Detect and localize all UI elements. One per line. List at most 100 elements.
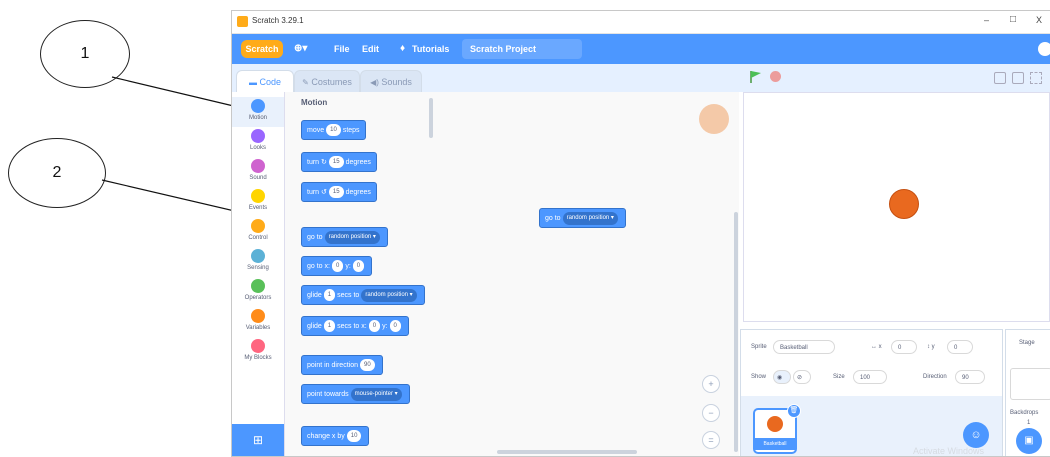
script-block-go-to[interactable]: go to random position ▾ <box>539 208 626 228</box>
block-text: y: <box>345 263 351 270</box>
sprite-name-input[interactable]: Basketball <box>773 340 835 354</box>
towards-dropdown[interactable]: mouse-pointer ▾ <box>350 387 402 401</box>
block-text: turn ↺ <box>307 189 327 196</box>
steps-input[interactable]: 10 <box>326 124 341 137</box>
fullscreen-icon[interactable] <box>1030 72 1042 84</box>
tutorials-button[interactable]: Tutorials <box>412 34 449 64</box>
block-point-towards[interactable]: point towards mouse-pointer ▾ <box>301 384 410 404</box>
category-sensing[interactable]: Sensing <box>232 247 284 277</box>
tutorials-icon: ♦ <box>400 43 406 54</box>
block-text: move <box>307 127 325 134</box>
category-label: Events <box>248 205 268 211</box>
zoom-in-button[interactable]: + <box>702 375 720 393</box>
category-label: Operators <box>244 295 272 301</box>
go-to-dropdown[interactable]: random position ▾ <box>324 230 380 244</box>
size-input[interactable]: 100 <box>853 370 887 384</box>
green-flag-icon[interactable] <box>750 70 762 84</box>
backdrops-count: 1 <box>1027 420 1031 426</box>
tab-costumes[interactable]: ✎ Costumes <box>294 70 360 93</box>
file-menu[interactable]: File <box>334 34 350 64</box>
show-visible-toggle[interactable]: ◉ <box>773 370 791 384</box>
glide-dropdown[interactable]: random position ▾ <box>361 288 417 302</box>
category-control[interactable]: Control <box>232 217 284 247</box>
block-move-steps[interactable]: move 10 steps <box>301 120 366 140</box>
maximize-button[interactable]: □ <box>1010 14 1016 25</box>
close-button[interactable]: X <box>1036 15 1042 25</box>
minimize-button[interactable]: – <box>984 15 989 25</box>
variables-dot <box>251 309 265 323</box>
basketball-sprite[interactable] <box>889 189 919 219</box>
category-sound[interactable]: Sound <box>232 157 284 187</box>
stage-canvas[interactable] <box>743 92 1050 322</box>
edit-menu[interactable]: Edit <box>362 34 379 64</box>
block-text: secs to <box>337 292 360 299</box>
category-label: Sensing <box>247 265 269 271</box>
scratch-logo[interactable]: Scratch <box>241 40 283 58</box>
x-input[interactable]: 0 <box>331 260 344 273</box>
stage-header <box>740 64 1050 92</box>
block-turn-right[interactable]: turn ↻ 15 degrees <box>301 152 377 172</box>
x-input[interactable]: 0 <box>891 340 917 354</box>
secs-input[interactable]: 1 <box>323 320 336 333</box>
choose-backdrop-button[interactable]: ▣ <box>1016 428 1042 454</box>
y-input[interactable]: 0 <box>389 320 401 333</box>
script-go-to-dropdown[interactable]: random position ▾ <box>562 211 618 225</box>
stop-icon[interactable] <box>770 71 781 82</box>
block-text: point towards <box>307 391 349 398</box>
direction-input[interactable]: 90 <box>359 359 375 372</box>
code-icon: ▬ <box>248 78 257 87</box>
stage-target-panel: Stage Backdrops 1 ▣ <box>1005 329 1050 456</box>
sprite-tile[interactable]: Basketball 🗑 <box>753 404 801 454</box>
add-extension-button[interactable]: ⊞ <box>232 424 284 456</box>
category-looks[interactable]: Looks <box>232 127 284 157</box>
category-events[interactable]: Events <box>232 187 284 217</box>
script-area[interactable]: go to random position ▾ + − = <box>437 92 739 456</box>
y-input[interactable]: 0 <box>352 260 365 273</box>
language-menu[interactable]: ⊕▾ <box>294 34 307 64</box>
sprite-thumbnail-ghost <box>699 104 729 134</box>
degrees-input[interactable]: 15 <box>328 186 344 199</box>
block-text: degrees <box>345 159 371 166</box>
block-point-direction[interactable]: point in direction 90 <box>301 355 383 375</box>
y-input[interactable]: 0 <box>947 340 973 354</box>
looks-dot <box>251 129 265 143</box>
backdrops-label: Backdrops <box>1010 410 1039 416</box>
normal-stage-icon[interactable] <box>1012 72 1024 84</box>
block-glide-to[interactable]: glide 1 secs to random position ▾ <box>301 285 425 305</box>
zoom-reset-button[interactable]: = <box>702 431 720 449</box>
tab-code[interactable]: ▬ Code <box>236 70 294 93</box>
zoom-out-button[interactable]: − <box>702 404 720 422</box>
small-stage-icon[interactable] <box>994 72 1006 84</box>
script-vertical-scrollbar[interactable] <box>734 212 738 452</box>
block-go-to[interactable]: go to random position ▾ <box>301 227 388 247</box>
category-label: Variables <box>245 325 271 331</box>
category-variables[interactable]: Variables <box>232 307 284 337</box>
account-icon[interactable] <box>1038 42 1050 56</box>
script-horizontal-scrollbar[interactable] <box>497 450 637 454</box>
category-my-blocks[interactable]: My Blocks <box>232 337 284 367</box>
category-motion[interactable]: Motion <box>232 97 284 127</box>
basketball-thumb <box>767 416 783 432</box>
choose-sprite-button[interactable]: ☺ <box>963 422 989 448</box>
stage-thumbnail[interactable] <box>1010 368 1050 400</box>
palette-scrollbar[interactable] <box>429 98 433 138</box>
direction-input[interactable]: 90 <box>955 370 985 384</box>
sensing-dot <box>251 249 265 263</box>
project-title-text: Scratch Project <box>470 44 537 54</box>
category-operators[interactable]: Operators <box>232 277 284 307</box>
palette-heading: Motion <box>301 98 328 107</box>
change-x-input[interactable]: 10 <box>346 430 362 443</box>
block-glide-xy[interactable]: glide 1 secs to x: 0 y: 0 <box>301 316 409 336</box>
block-change-x[interactable]: change x by 10 <box>301 426 370 446</box>
block-turn-left[interactable]: turn ↺ 15 degrees <box>301 182 377 202</box>
block-go-to-xy[interactable]: go to x: 0 y: 0 <box>301 256 373 276</box>
block-text: go to x: <box>307 263 330 270</box>
delete-sprite-icon[interactable]: 🗑 <box>787 404 801 418</box>
eye-slash-icon: ⊘ <box>797 375 803 381</box>
sprite-info-panel: Sprite Basketball ↔ x 0 ↕ y 0 Show ◉ ⊘ S… <box>741 330 1002 396</box>
x-input[interactable]: 0 <box>368 320 381 333</box>
tab-sounds[interactable]: ◀) Sounds <box>360 70 422 93</box>
degrees-input[interactable]: 15 <box>328 156 344 169</box>
show-hidden-toggle[interactable]: ⊘ <box>793 370 811 384</box>
secs-input[interactable]: 1 <box>323 289 336 302</box>
